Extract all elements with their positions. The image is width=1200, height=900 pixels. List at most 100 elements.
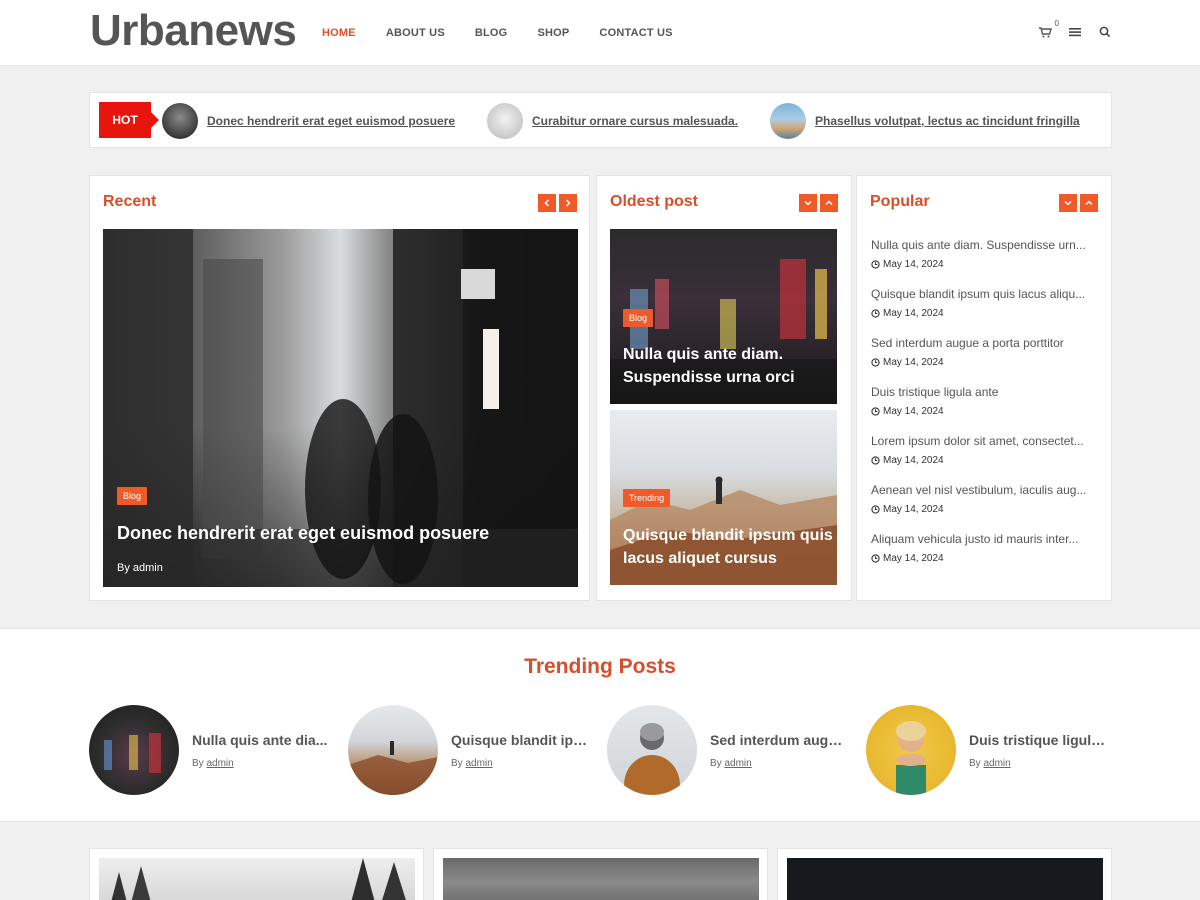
trending-title[interactable]: Sed interdum augue... xyxy=(710,732,850,748)
popular-list: Nulla quis ante diam. Suspendisse urn...… xyxy=(871,238,1099,581)
author-link[interactable]: admin xyxy=(983,758,1010,769)
trending-meta: Duis tristique ligula ... By admin xyxy=(969,732,1109,769)
byline-prefix: By xyxy=(117,562,130,574)
list-item: Aliquam vehicula justo id mauris inter..… xyxy=(871,532,1099,564)
chevron-down-icon[interactable] xyxy=(1059,194,1077,212)
recent-panel: Recent Blog Donec hendrerit erat eget eu… xyxy=(89,175,590,601)
trending-title[interactable]: Duis tristique ligula ... xyxy=(969,732,1109,748)
byline-prefix: By xyxy=(192,757,204,769)
recent-post-title[interactable]: Donec hendrerit erat eget euismod posuer… xyxy=(117,523,557,544)
post-date: May 14, 2024 xyxy=(871,308,1099,319)
trending-thumb[interactable] xyxy=(89,705,179,795)
trending-meta: Nulla quis ante dia... By admin xyxy=(192,732,332,769)
ticker-thumb xyxy=(487,103,523,139)
trending-byline: By admin xyxy=(192,758,332,769)
clock-icon xyxy=(871,358,880,367)
post-card-image[interactable] xyxy=(443,858,759,900)
main-nav: HOME ABOUT US BLOG SHOP CONTACT US xyxy=(322,27,703,39)
popular-post-title[interactable]: Quisque blandit ipsum quis lacus aliqu..… xyxy=(871,287,1099,301)
popular-post-title[interactable]: Sed interdum augue a porta porttitor xyxy=(871,336,1099,350)
recent-post-image[interactable]: Blog Donec hendrerit erat eget euismod p… xyxy=(103,229,578,587)
site-header: Urbanews HOME ABOUT US BLOG SHOP CONTACT… xyxy=(0,0,1200,66)
popular-post-title[interactable]: Aenean vel nisl vestibulum, iaculis aug.… xyxy=(871,483,1099,497)
popular-post-title[interactable]: Aliquam vehicula justo id mauris inter..… xyxy=(871,532,1099,546)
post-card-image[interactable] xyxy=(99,858,415,900)
post-date-text: May 14, 2024 xyxy=(883,406,944,417)
list-item: Sed interdum augue a porta porttitor May… xyxy=(871,336,1099,368)
popular-post-title[interactable]: Nulla quis ante diam. Suspendisse urn... xyxy=(871,238,1099,252)
post-date-text: May 14, 2024 xyxy=(883,357,944,368)
oldest-post-title[interactable]: Nulla quis ante diam. Suspendisse urna o… xyxy=(623,343,833,389)
recent-title: Recent xyxy=(103,193,157,210)
post-category-tag[interactable]: Blog xyxy=(117,487,148,505)
ticker-link[interactable]: Donec hendrerit erat eget euismod posuer… xyxy=(207,114,455,128)
chevron-right-icon[interactable] xyxy=(559,194,577,212)
nav-contact[interactable]: CONTACT US xyxy=(599,27,672,39)
oldest-post-image[interactable]: Blog Nulla quis ante diam. Suspendisse u… xyxy=(610,229,837,404)
list-item: Duis tristique ligula ante May 14, 2024 xyxy=(871,385,1099,417)
oldest-post-image[interactable]: Trending Quisque blandit ipsum quis lacu… xyxy=(610,410,837,585)
post-card xyxy=(433,848,768,900)
trending-meta: Quisque blandit ipsu... By admin xyxy=(451,732,591,769)
site-logo[interactable]: Urbanews xyxy=(90,6,297,56)
chevron-down-icon[interactable] xyxy=(799,194,817,212)
ticker-link[interactable]: Curabitur ornare cursus malesuada. xyxy=(532,114,738,128)
author-link[interactable]: admin xyxy=(133,562,163,574)
recent-byline: By admin xyxy=(117,562,163,574)
ticker-item[interactable]: Curabitur ornare cursus malesuada. xyxy=(487,103,738,139)
author-link[interactable]: admin xyxy=(206,758,233,769)
post-card-image[interactable] xyxy=(787,858,1103,900)
search-icon[interactable] xyxy=(1098,25,1114,41)
post-category-tag[interactable]: Blog xyxy=(623,309,654,327)
post-date-text: May 14, 2024 xyxy=(883,455,944,466)
header-icons: 0 xyxy=(1038,19,1114,41)
oldest-post-title[interactable]: Quisque blandit ipsum quis lacus aliquet… xyxy=(623,524,833,570)
hamburger-icon[interactable] xyxy=(1068,25,1084,41)
nav-blog[interactable]: BLOG xyxy=(475,27,508,39)
hot-badge: HOT xyxy=(99,102,159,138)
popular-post-title[interactable]: Duis tristique ligula ante xyxy=(871,385,1099,399)
post-date: May 14, 2024 xyxy=(871,553,1099,564)
oldest-title: Oldest post xyxy=(610,193,699,210)
ticker-item[interactable]: Donec hendrerit erat eget euismod posuer… xyxy=(162,103,455,139)
trending-section: Trending Posts Nulla quis ante dia... By… xyxy=(0,628,1200,822)
nav-about[interactable]: ABOUT US xyxy=(386,27,445,39)
trending-item: Nulla quis ante dia... By admin xyxy=(89,705,332,795)
author-link[interactable]: admin xyxy=(724,758,751,769)
post-category-tag[interactable]: Trending xyxy=(623,489,671,507)
nav-home[interactable]: HOME xyxy=(322,27,356,39)
author-link[interactable]: admin xyxy=(465,758,492,769)
trending-byline: By admin xyxy=(451,758,591,769)
cart-icon[interactable]: 0 xyxy=(1038,19,1059,41)
trending-thumb[interactable] xyxy=(348,705,438,795)
ticker-link[interactable]: Phasellus volutpat, lectus ac tincidunt … xyxy=(815,114,1080,128)
oldest-arrows xyxy=(799,194,838,212)
post-date: May 14, 2024 xyxy=(871,406,1099,417)
byline-prefix: By xyxy=(969,757,981,769)
clock-icon xyxy=(871,554,880,563)
post-date: May 14, 2024 xyxy=(871,357,1099,368)
trending-item: Quisque blandit ipsu... By admin xyxy=(348,705,591,795)
post-date-text: May 14, 2024 xyxy=(883,504,944,515)
chevron-left-icon[interactable] xyxy=(538,194,556,212)
trending-thumb[interactable] xyxy=(866,705,956,795)
trending-heading: Trending Posts xyxy=(524,655,676,678)
ticker-thumb xyxy=(770,103,806,139)
list-item: Quisque blandit ipsum quis lacus aliqu..… xyxy=(871,287,1099,319)
trending-thumb[interactable] xyxy=(607,705,697,795)
trending-title[interactable]: Quisque blandit ipsu... xyxy=(451,732,591,748)
popular-arrows xyxy=(1059,194,1098,212)
trending-byline: By admin xyxy=(710,758,850,769)
chevron-up-icon[interactable] xyxy=(820,194,838,212)
popular-panel: Popular Nulla quis ante diam. Suspendiss… xyxy=(856,175,1112,601)
ticker-item[interactable]: Phasellus volutpat, lectus ac tincidunt … xyxy=(770,103,1080,139)
nav-shop[interactable]: SHOP xyxy=(537,27,569,39)
popular-post-title[interactable]: Lorem ipsum dolor sit amet, consectet... xyxy=(871,434,1099,448)
post-date-text: May 14, 2024 xyxy=(883,553,944,564)
chevron-up-icon[interactable] xyxy=(1080,194,1098,212)
hot-news-ticker: HOT Donec hendrerit erat eget euismod po… xyxy=(89,92,1112,148)
post-date: May 14, 2024 xyxy=(871,455,1099,466)
trending-meta: Sed interdum augue... By admin xyxy=(710,732,850,769)
trending-title[interactable]: Nulla quis ante dia... xyxy=(192,732,332,748)
popular-title: Popular xyxy=(870,193,930,210)
